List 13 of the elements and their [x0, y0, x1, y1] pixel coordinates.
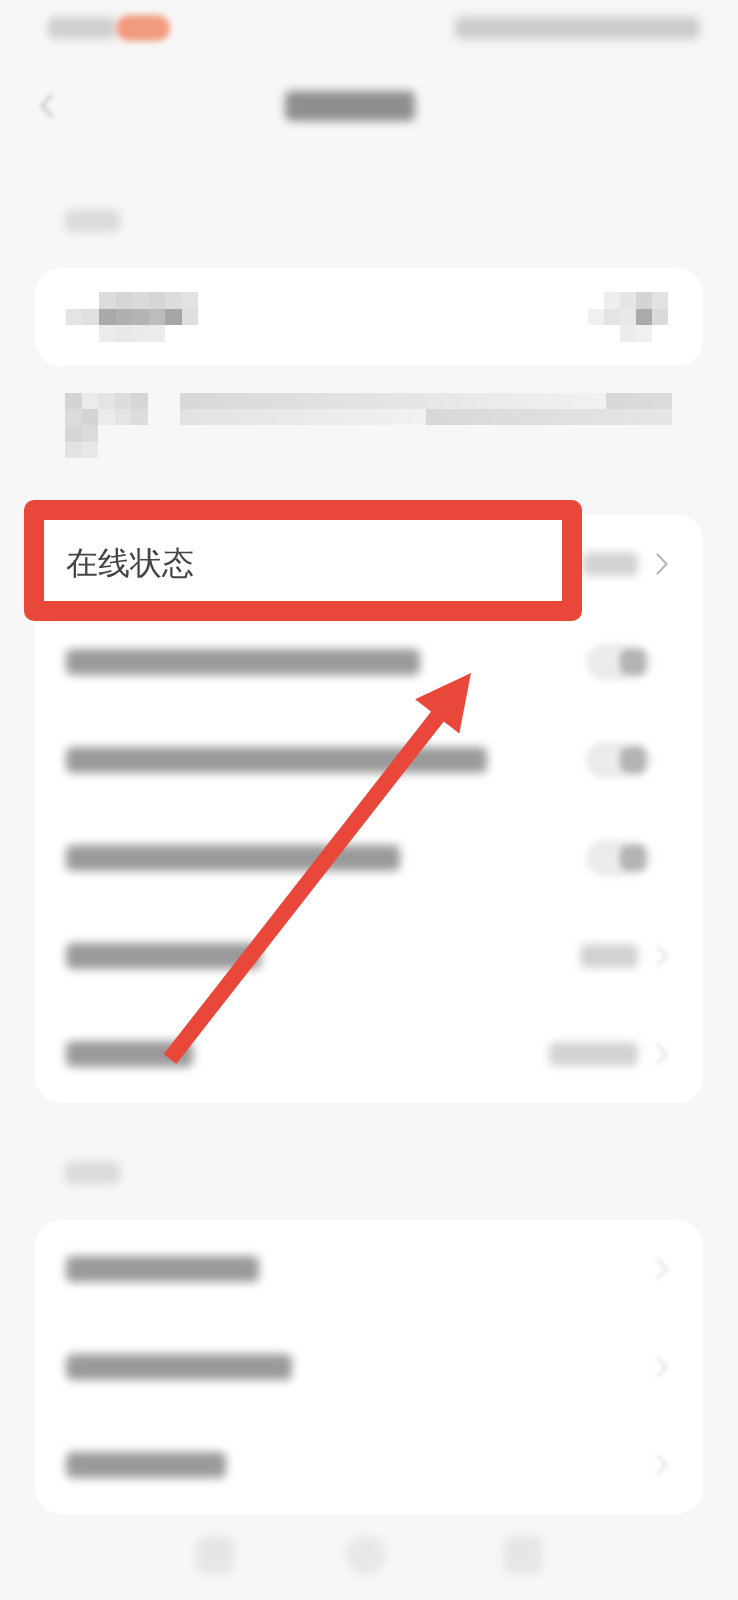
- blurred-text: [65, 210, 120, 232]
- blurred-icon: [116, 15, 170, 41]
- blurred-toggle[interactable]: [586, 742, 652, 778]
- back-icon[interactable]: [40, 93, 54, 119]
- blurred-toggle[interactable]: [586, 840, 652, 876]
- chevron-right-icon: [656, 553, 668, 575]
- blurred-icon: [455, 17, 700, 39]
- blurred-text: [48, 17, 116, 39]
- setting-label: 在线状态: [66, 543, 194, 584]
- blurred-text: [65, 1162, 120, 1184]
- blurred-text: [583, 552, 638, 576]
- blurred-text: [580, 944, 638, 968]
- blurred-toggle[interactable]: [586, 644, 652, 680]
